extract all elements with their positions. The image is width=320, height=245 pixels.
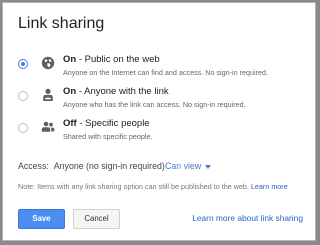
dialog-title: Link sharing [18, 15, 105, 32]
learn-more-link-sharing-link[interactable]: Learn more about link sharing [192, 213, 303, 223]
permission-dropdown[interactable]: Can view [165, 161, 212, 171]
note-text: Note: Items with any link sharing option… [18, 182, 249, 191]
option-description: Anyone who has the link can access. No s… [63, 100, 246, 109]
option-state: On [63, 86, 77, 97]
option-title: On - Public on the web [63, 54, 160, 65]
access-row: Access: Anyone (no sign-in required) Can… [18, 161, 212, 171]
option-title: On - Anyone with the link [63, 86, 169, 97]
chevron-down-icon [205, 164, 212, 169]
permission-value: Can view [165, 161, 202, 171]
globe-icon [40, 55, 56, 71]
option-public-on-web[interactable]: On - Public on the web Anyone on the Int… [18, 54, 308, 86]
link-person-icon [40, 87, 56, 103]
option-label: - Anyone with the link [76, 86, 169, 97]
radio-anyone-with-link[interactable] [18, 91, 28, 101]
option-state: Off [63, 118, 77, 129]
cancel-button[interactable]: Cancel [73, 209, 120, 229]
option-state: On [63, 54, 77, 65]
option-specific-people[interactable]: Off - Specific people Shared with specif… [18, 118, 308, 150]
radio-public-on-web[interactable] [18, 59, 28, 69]
save-button[interactable]: Save [18, 209, 65, 229]
option-label: - Public on the web [76, 54, 160, 65]
access-value: Anyone (no sign-in required) [53, 161, 165, 171]
option-anyone-with-link[interactable]: On - Anyone with the link Anyone who has… [18, 86, 308, 118]
option-description: Shared with specific people. [63, 132, 153, 141]
radio-specific-people[interactable] [18, 123, 28, 133]
option-description: Anyone on the Internet can find and acce… [63, 68, 268, 77]
access-label: Access: [18, 161, 49, 171]
note-learn-more-link[interactable]: Learn more [251, 182, 288, 191]
option-label: - Specific people [76, 118, 150, 129]
link-sharing-dialog: Link sharing On - Public on the web Anyo… [2, 2, 316, 241]
option-title: Off - Specific people [63, 118, 150, 129]
people-icon [40, 119, 56, 135]
publish-note: Note: Items with any link sharing option… [18, 182, 288, 191]
